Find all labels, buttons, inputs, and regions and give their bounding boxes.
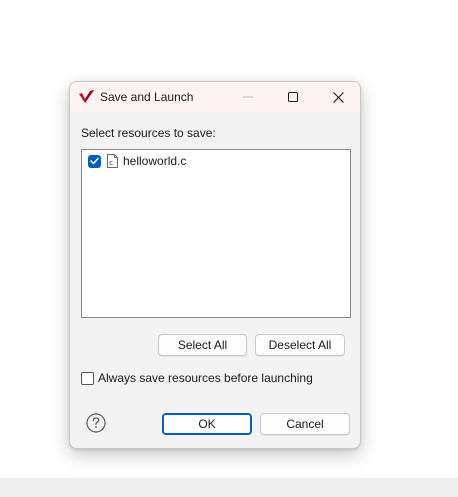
close-icon [332, 91, 344, 103]
maximize-icon [288, 92, 298, 102]
resource-checkbox[interactable] [88, 154, 101, 168]
close-button[interactable] [316, 82, 360, 112]
svg-text:c: c [109, 159, 113, 167]
title-bar[interactable]: Save and Launch [70, 82, 360, 112]
save-and-launch-dialog: Save and Launch Select resources to save… [69, 81, 361, 449]
ok-button[interactable]: OK [162, 413, 252, 435]
deselect-all-button[interactable]: Deselect All [255, 334, 345, 356]
list-item[interactable]: c helloworld.c [88, 153, 186, 169]
resource-filename: helloworld.c [123, 154, 187, 168]
cancel-button[interactable]: Cancel [260, 413, 350, 435]
resources-prompt: Select resources to save: [81, 126, 216, 140]
select-all-button[interactable]: Select All [158, 334, 247, 356]
checkmark-icon [90, 157, 99, 165]
minimize-button[interactable] [226, 82, 270, 112]
resources-list[interactable]: c helloworld.c [81, 149, 351, 318]
c-file-icon: c [107, 154, 118, 168]
help-icon[interactable] [86, 413, 106, 433]
background-strip [0, 478, 458, 497]
maximize-button[interactable] [271, 82, 315, 112]
minimize-icon [243, 96, 253, 98]
always-save-checkbox[interactable] [81, 371, 94, 385]
dialog-title: Save and Launch [100, 90, 194, 104]
always-save-option[interactable]: Always save resources before launching [81, 371, 313, 385]
app-logo-icon [79, 90, 94, 103]
always-save-label: Always save resources before launching [98, 371, 313, 385]
